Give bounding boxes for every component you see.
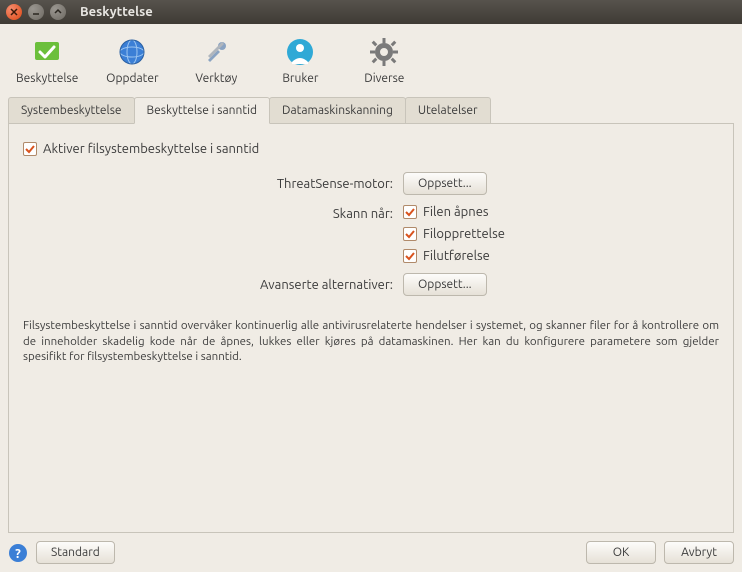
minimize-icon[interactable] (28, 4, 44, 20)
advanced-setup-button[interactable]: Oppsett... (403, 273, 487, 296)
gear-icon (368, 36, 400, 68)
description-text: Filsystembeskyttelse i sanntid overvåker… (23, 318, 719, 365)
tab-datamaskinskanning[interactable]: Datamaskinskanning (269, 97, 406, 123)
tab-panel: Aktiver filsystembeskyttelse i sanntid T… (8, 124, 734, 533)
settings-grid: ThreatSense-motor: Oppsett... Skann når:… (23, 172, 719, 296)
scan-option-label: Filen åpnes (423, 205, 489, 219)
toolbar-label: Oppdater (106, 72, 158, 85)
engine-setup-button[interactable]: Oppsett... (403, 172, 487, 195)
tab-beskyttelse-sanntid[interactable]: Beskyttelse i sanntid (134, 97, 270, 124)
tab-utelatelser[interactable]: Utelatelser (405, 97, 491, 123)
enable-realtime-checkbox[interactable] (23, 142, 37, 156)
engine-label: ThreatSense-motor: (23, 177, 403, 191)
toolbar-item-bruker[interactable]: Bruker (270, 36, 330, 85)
toolbar-label: Verktøy (195, 72, 237, 85)
main-toolbar: Beskyttelse Oppdater Verktøy (8, 32, 734, 91)
standard-button[interactable]: Standard (36, 541, 115, 564)
enable-realtime-label: Aktiver filsystembeskyttelse i sanntid (43, 142, 259, 156)
tab-systembeskyttelse[interactable]: Systembeskyttelse (8, 97, 135, 123)
help-icon[interactable]: ? (8, 543, 28, 563)
user-icon (284, 36, 316, 68)
scan-option-label: Filopprettelse (423, 227, 505, 241)
toolbar-item-beskyttelse[interactable]: Beskyttelse (16, 36, 78, 85)
tab-bar: Systembeskyttelse Beskyttelse i sanntid … (8, 97, 734, 124)
advanced-label: Avanserte alternativer: (23, 278, 403, 292)
scan-option-row: Filutførelse (403, 249, 719, 263)
toolbar-label: Beskyttelse (16, 72, 78, 85)
scan-when-label: Skann når: (23, 205, 403, 221)
toolbar-item-verktoy[interactable]: Verktøy (186, 36, 246, 85)
scan-on-execute-checkbox[interactable] (403, 249, 417, 263)
scan-on-open-checkbox[interactable] (403, 205, 417, 219)
ok-button[interactable]: OK (586, 541, 656, 564)
toolbar-item-oppdater[interactable]: Oppdater (102, 36, 162, 85)
shield-icon (31, 36, 63, 68)
globe-icon (116, 36, 148, 68)
dialog-footer: ? Standard OK Avbryt (8, 533, 734, 564)
tools-icon (200, 36, 232, 68)
enable-realtime-row: Aktiver filsystembeskyttelse i sanntid (23, 142, 719, 156)
scan-option-row: Filopprettelse (403, 227, 719, 241)
window-content: Beskyttelse Oppdater Verktøy (0, 24, 742, 572)
maximize-icon[interactable] (50, 4, 66, 20)
scan-on-create-checkbox[interactable] (403, 227, 417, 241)
titlebar: Beskyttelse (0, 0, 742, 24)
window-title: Beskyttelse (80, 5, 153, 19)
cancel-button[interactable]: Avbryt (664, 541, 734, 564)
close-icon[interactable] (6, 4, 22, 20)
scan-option-label: Filutførelse (423, 249, 490, 263)
scan-option-row: Filen åpnes (403, 205, 719, 219)
svg-text:?: ? (15, 547, 21, 561)
toolbar-label: Diverse (364, 72, 404, 85)
toolbar-item-diverse[interactable]: Diverse (354, 36, 414, 85)
toolbar-label: Bruker (282, 72, 318, 85)
